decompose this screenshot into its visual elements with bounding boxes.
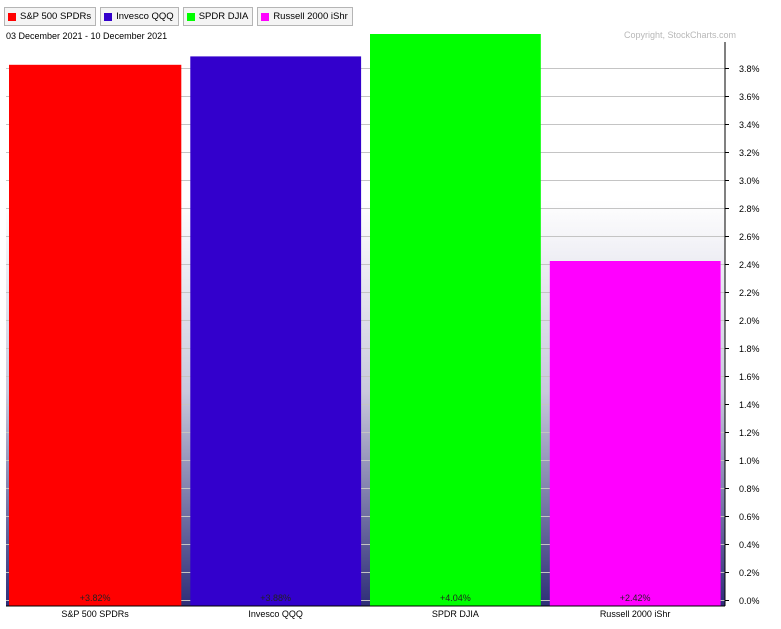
y-tick-label: 1.4% [739, 400, 760, 410]
y-tick-label: 2.6% [739, 232, 760, 242]
y-tick-label: 3.2% [739, 148, 760, 158]
y-tick-label: 0.0% [739, 596, 760, 606]
date-range: 03 December 2021 - 10 December 2021 [6, 31, 167, 41]
y-tick-label: 1.0% [739, 456, 760, 466]
bar-value-label: +3.88% [260, 593, 291, 603]
copyright-text: Copyright, StockCharts.com [624, 30, 736, 40]
y-tick-label: 1.2% [739, 428, 760, 438]
y-tick-label: 2.2% [739, 288, 760, 298]
y-tick-label: 3.8% [739, 64, 760, 74]
x-category-label: Russell 2000 iShr [600, 609, 671, 619]
y-tick-label: 3.0% [739, 176, 760, 186]
y-tick-label: 1.6% [739, 372, 760, 382]
y-tick-label: 1.8% [739, 344, 760, 354]
y-tick-label: 0.8% [739, 484, 760, 494]
bar-chart: +3.82% +3.88% +4.04% +2.42% 0.0% 0.2% 0.4% 0.6… [6, 30, 760, 619]
bar-value-label: +2.42% [620, 593, 651, 603]
y-tick-label: 0.2% [739, 568, 760, 578]
x-axis-labels: S&P 500 SPDRs Invesco QQQ SPDR DJIA Russell… [61, 609, 670, 619]
y-tick-label: 0.6% [739, 512, 760, 522]
y-tick-label: 2.8% [739, 204, 760, 214]
x-category-label: SPDR DJIA [432, 609, 479, 619]
y-tick-label: 3.6% [739, 92, 760, 102]
bar-value-label: +4.04% [440, 593, 471, 603]
bar-2 [370, 34, 541, 606]
bar-3 [549, 261, 721, 606]
y-tick-label: 2.4% [739, 260, 760, 270]
x-category-label: S&P 500 SPDRs [61, 609, 129, 619]
bar-0 [9, 64, 182, 607]
y-tick-label: 0.4% [739, 540, 760, 550]
y-axis-ticks: 0.0% 0.2% 0.4% 0.6% 0.8% 1.0% 1.2% 1.4% 1.6% 1.8%… [725, 64, 760, 606]
bar-1 [190, 56, 362, 606]
y-tick-label: 3.4% [739, 120, 760, 130]
bar-value-label: +3.82% [80, 593, 111, 603]
y-tick-label: 2.0% [739, 316, 760, 326]
x-category-label: Invesco QQQ [248, 609, 303, 619]
